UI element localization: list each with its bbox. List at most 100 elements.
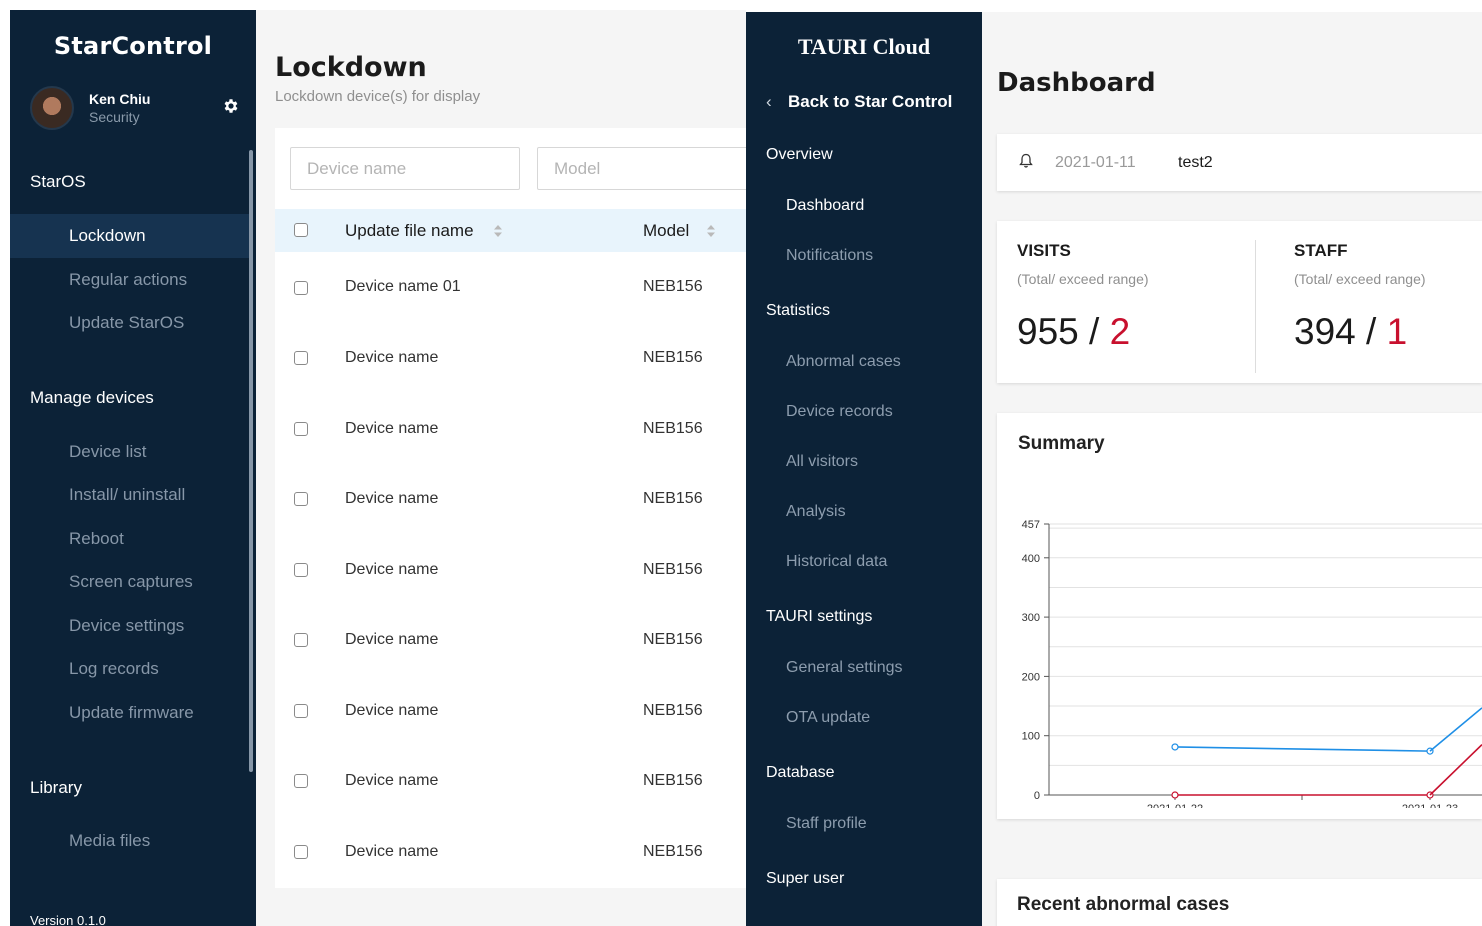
table-row[interactable]: Device name NEB156 [275,464,746,534]
nav-item-all-visitors[interactable]: All visitors [786,453,858,471]
nav-group-database[interactable]: Database [766,764,835,782]
table-row[interactable]: Device name NEB156 [275,817,746,887]
table-row[interactable]: Device name NEB156 [275,323,746,393]
nav-item-staff-profile[interactable]: Staff profile [786,815,867,833]
nav-item-ota-update[interactable]: OTA update [786,709,870,727]
stat-separator: / [1078,311,1110,352]
nav-group-manage-devices[interactable]: Manage devices [30,388,154,408]
table-row[interactable]: Device name NEB156 [275,605,746,675]
page-title: Dashboard [997,68,1156,98]
row-checkbox[interactable] [294,845,308,859]
stat-exceed-visits: 2 [1109,311,1131,352]
nav-item-lockdown[interactable]: Lockdown [10,214,250,258]
nav-item-install-uninstall[interactable]: Install/ uninstall [10,473,250,517]
device-name-input[interactable] [290,147,520,190]
table-row[interactable]: Device name NEB156 [275,394,746,464]
stat-total-visits: 955 [1017,311,1079,352]
nav-item-update-firmware[interactable]: Update firmware [10,691,250,735]
nav-group-overview[interactable]: Overview [766,146,833,164]
nav-item-device-records[interactable]: Device records [786,403,893,421]
nav-group-library[interactable]: Library [30,778,82,798]
cell-model: NEB156 [643,349,703,366]
column-header-model[interactable]: Model [643,209,689,252]
cell-device-name: Device name 01 [345,278,461,295]
dashboard-main: Dashboard 2021-01-11 test2 VISITS (Total… [982,12,1482,926]
version-label: Version 0.1.0 [30,913,106,926]
cell-device-name: Device name [345,561,439,578]
stat-value-visits: 955 / 2 [1017,311,1130,353]
back-to-star-control-link[interactable]: ‹ Back to Star Control [766,92,952,112]
nav-item-regular-actions[interactable]: Regular actions [10,258,250,302]
row-checkbox[interactable] [294,422,308,436]
row-checkbox[interactable] [294,774,308,788]
stat-exceed-staff: 1 [1386,311,1408,352]
nav-group-staros[interactable]: StarOS [30,172,86,192]
cell-model: NEB156 [643,490,703,507]
bell-icon [1019,153,1033,168]
cell-device-name: Device name [345,772,439,789]
chart-point [1171,791,1179,799]
cell-device-name: Device name [345,490,439,507]
sidebar-scrollbar[interactable] [249,150,253,772]
starcontrol-sidebar: StarControl Ken Chiu Security StarOS Loc… [10,10,256,926]
model-input[interactable] [537,147,746,190]
stat-sublabel-visits: (Total/ exceed range) [1017,271,1149,287]
nav-item-general-settings[interactable]: General settings [786,659,903,677]
row-checkbox[interactable] [294,704,308,718]
nav-item-abnormal-cases[interactable]: Abnormal cases [786,353,901,371]
chart-series-line-continuation [1429,744,1482,796]
nav-item-log-records[interactable]: Log records [10,647,250,691]
table-row[interactable]: Device name 01 NEB156 [275,252,746,322]
table-row[interactable]: Device name NEB156 [275,746,746,816]
row-checkbox[interactable] [294,633,308,647]
nav-group-statistics[interactable]: Statistics [766,302,830,320]
nav-item-notifications[interactable]: Notifications [786,247,873,265]
nav-item-device-list[interactable]: Device list [10,430,250,474]
table-header: Update file name Model [275,209,746,252]
table-row[interactable]: Device name NEB156 [275,676,746,746]
summary-title: Summary [1018,433,1105,454]
page-title: Lockdown [275,52,427,83]
nav-item-media-files[interactable]: Media files [10,819,250,863]
nav-item-update-staros[interactable]: Update StarOS [10,301,250,345]
stat-divider [1255,240,1256,373]
lockdown-main: Lockdown Lockdown device(s) for display … [256,10,746,926]
stat-label-staff: STAFF [1294,241,1348,260]
row-checkbox[interactable] [294,351,308,365]
sort-icon[interactable] [706,224,716,238]
nav-group-super-user[interactable]: Super user [766,870,844,888]
gear-icon[interactable] [221,96,241,116]
chart-y-tick-label: 400 [1022,553,1040,565]
nav-item-screen-captures[interactable]: Screen captures [10,560,250,604]
avatar[interactable] [30,86,74,130]
chart-point [1171,743,1179,751]
nav-item-dashboard[interactable]: Dashboard [786,197,864,215]
tauri-sidebar: TAURI Cloud ‹ Back to Star Control Overvi… [746,12,982,926]
column-header-update-file-name[interactable]: Update file name [345,209,474,252]
row-checkbox[interactable] [294,281,308,295]
cell-device-name: Device name [345,631,439,648]
nav-item-reboot[interactable]: Reboot [10,517,250,561]
lockdown-table-card: Update file name Model Device name 01 NEB… [275,128,746,888]
notification-date: 2021-01-11 [1055,154,1136,171]
nav-group-tauri-settings[interactable]: TAURI settings [766,608,872,626]
sort-icon[interactable] [493,224,503,238]
table-row[interactable]: Device name NEB156 [275,535,746,605]
cell-device-name: Device name [345,420,439,437]
row-checkbox[interactable] [294,492,308,506]
cell-model: NEB156 [643,772,703,789]
nav-item-historical-data[interactable]: Historical data [786,553,887,571]
cell-model: NEB156 [643,278,703,295]
notification-banner[interactable]: 2021-01-11 test2 [997,134,1482,191]
summary-line-chart: 0 100 200 300 400 457 2021-01-22 2021-01-23 [1022,519,1482,808]
nav-item-device-settings[interactable]: Device settings [10,604,250,648]
stat-value-staff: 394 / 1 [1294,311,1407,353]
cell-model: NEB156 [643,843,703,860]
select-all-checkbox[interactable] [294,223,308,237]
cell-device-name: Device name [345,349,439,366]
chart-x-tick-label: 2021-01-22 [1147,803,1203,808]
nav-item-analysis[interactable]: Analysis [786,503,846,521]
row-checkbox[interactable] [294,563,308,577]
stat-label-visits: VISITS [1017,241,1071,260]
chart-series-line [1174,746,1431,752]
